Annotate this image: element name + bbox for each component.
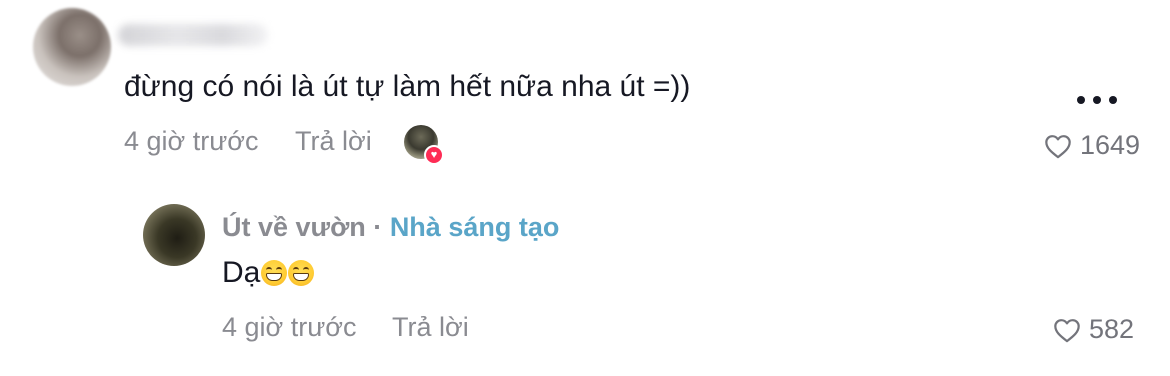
heart-outline-icon (1045, 134, 1071, 158)
reply-text: Dạ (222, 256, 261, 289)
reply-text-container: Dạ (222, 256, 315, 290)
more-horizontal-icon-dot (1109, 96, 1117, 104)
comment-like-button[interactable]: 1649 (1044, 130, 1140, 161)
commenter-username-blurred[interactable] (118, 24, 268, 46)
creator-badge-label: Nhà sáng tạo (389, 212, 560, 242)
reply-header: Út về vườn · Nhà sáng tạo (222, 212, 559, 243)
reply-like-button[interactable]: 582 (1053, 314, 1134, 345)
comment-text: đừng có nói là út tự làm hết nữa nha út … (124, 70, 691, 103)
creator-avatar[interactable] (143, 204, 205, 266)
reply-to-reply-button[interactable]: Trả lời (392, 312, 469, 343)
separator-dot: · (373, 212, 383, 242)
grinning-face-emoji-icon (288, 260, 315, 286)
more-horizontal-icon (1077, 96, 1085, 104)
comment-like-count: 1649 (1080, 130, 1141, 160)
commenter-avatar[interactable] (33, 8, 111, 86)
more-horizontal-icon-dot (1093, 96, 1101, 104)
heart-filled-icon: ♥ (424, 145, 444, 165)
reply-button[interactable]: Trả lời (295, 126, 372, 157)
more-options-button[interactable] (1072, 85, 1122, 115)
reply-timestamp: 4 giờ trước (222, 312, 357, 342)
grinning-face-emoji-icon (261, 260, 288, 286)
heart-outline-icon (1054, 318, 1080, 342)
reply-like-count: 582 (1089, 314, 1135, 344)
comment-timestamp: 4 giờ trước (124, 126, 259, 156)
reply-author-name[interactable]: Út về vườn (222, 212, 366, 242)
